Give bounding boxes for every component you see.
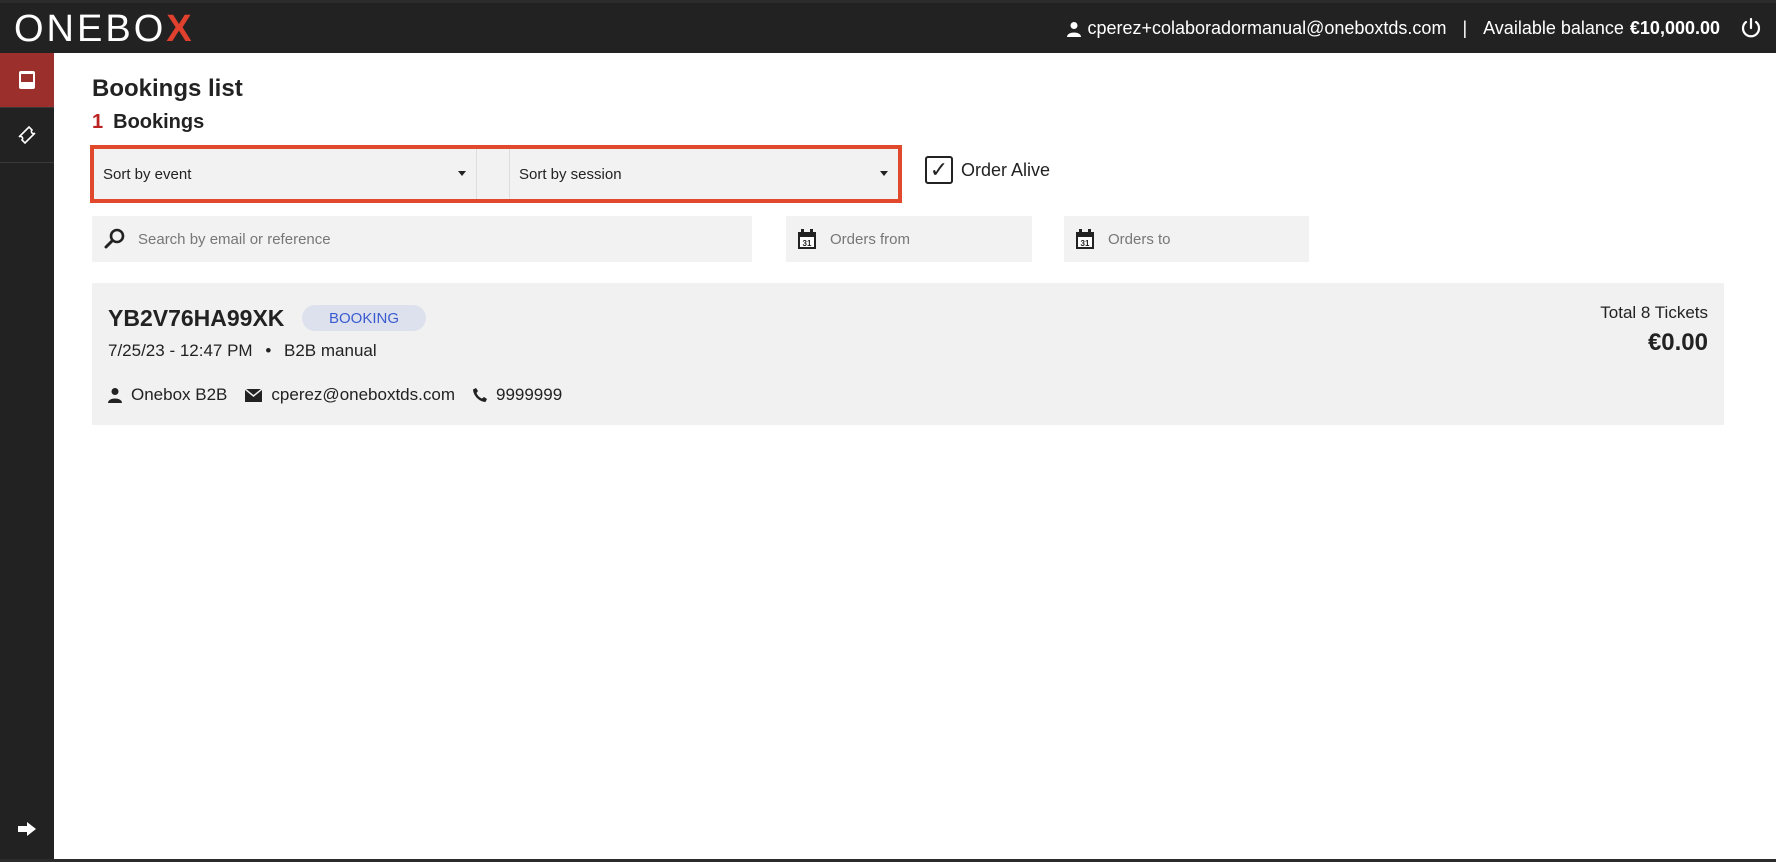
booking-reference: YB2V76HA99XK — [108, 305, 285, 331]
separator: | — [1462, 18, 1468, 38]
sort-by-event-select[interactable]: Sort by event — [94, 149, 476, 199]
sort-session-label: Sort by session — [519, 165, 622, 183]
chevron-down-icon — [458, 171, 466, 176]
booking-contact: Onebox B2B cperez@oneboxtds.com 9999999 — [108, 385, 580, 405]
book-icon — [19, 71, 35, 89]
booking-card[interactable]: YB2V76HA99XK BOOKING 7/25/23 - 12:47 PM … — [92, 283, 1724, 425]
page-title: Bookings list — [92, 75, 243, 102]
svg-text:31: 31 — [1081, 239, 1090, 248]
booking-channel: B2B manual — [284, 341, 377, 360]
order-alive-checkbox[interactable]: ✓ Order Alive — [925, 156, 1050, 184]
svg-text:31: 31 — [803, 239, 812, 248]
sidebar-item-bookings[interactable] — [0, 53, 54, 108]
search-input[interactable]: Search by email or reference — [92, 216, 752, 262]
client-name: Onebox B2B — [131, 385, 228, 404]
phone-icon — [472, 388, 487, 402]
logo-x: X — [166, 8, 195, 50]
main-content: Bookings list 1 Bookings Sort by event So… — [54, 53, 1776, 859]
sidebar — [0, 53, 54, 859]
bullet: • — [265, 341, 272, 360]
order-alive-label: Order Alive — [961, 159, 1051, 180]
search-placeholder: Search by email or reference — [138, 230, 331, 248]
select-divider — [476, 149, 510, 199]
sort-by-session-select[interactable]: Sort by session — [510, 149, 898, 199]
orders-from-placeholder: Orders from — [830, 230, 911, 248]
onebox-logo[interactable]: ONEBOX — [14, 8, 195, 51]
sidebar-item-tickets[interactable] — [0, 108, 54, 163]
user-info: cperez+colaboradormanual@oneboxtds.com |… — [1067, 18, 1720, 39]
sidebar-expand-button[interactable] — [0, 809, 54, 849]
orders-from-field[interactable]: 31 Orders from — [786, 216, 1032, 262]
calendar-icon: 31 — [1076, 229, 1094, 249]
power-icon[interactable] — [1740, 17, 1762, 39]
calendar-icon: 31 — [798, 229, 816, 249]
booking-total: Total 8 Tickets €0.00 — [1600, 303, 1708, 357]
balance-label: Available balance — [1483, 18, 1624, 38]
total-price: €0.00 — [1647, 329, 1708, 356]
orders-to-placeholder: Orders to — [1108, 230, 1171, 248]
envelope-icon — [245, 388, 263, 402]
booking-datetime: 7/25/23 - 12:47 PM — [108, 341, 253, 360]
logo-text: ONEBO — [14, 8, 167, 50]
ticket-icon — [18, 125, 36, 145]
sort-event-label: Sort by event — [103, 165, 192, 183]
top-bar: ONEBOX cperez+colaboradormanual@oneboxtd… — [0, 3, 1776, 53]
app-window: ONEBOX cperez+colaboradormanual@oneboxtd… — [0, 0, 1776, 862]
contact-phone: 9999999 — [472, 385, 563, 405]
client-phone: 9999999 — [495, 385, 563, 404]
client-email: cperez@oneboxtds.com — [271, 385, 455, 404]
chevron-down-icon — [880, 171, 888, 176]
contact-client: Onebox B2B — [108, 385, 227, 405]
balance-value: €10,000.00 — [1629, 18, 1720, 38]
total-tickets: Total 8 Tickets — [1600, 303, 1708, 322]
bookings-count: 1 Bookings — [92, 111, 204, 134]
count-number: 1 — [92, 111, 104, 133]
count-label: Bookings — [113, 111, 205, 133]
user-icon — [108, 387, 122, 403]
orders-to-field[interactable]: 31 Orders to — [1064, 216, 1309, 262]
user-icon — [1067, 21, 1082, 37]
status-badge: BOOKING — [302, 305, 426, 331]
sort-filters: Sort by event Sort by session — [90, 145, 902, 203]
search-icon — [104, 228, 126, 250]
user-email: cperez+colaboradormanual@oneboxtds.com — [1087, 18, 1447, 38]
checkbox-box[interactable]: ✓ — [925, 156, 953, 184]
contact-email: cperez@oneboxtds.com — [245, 385, 455, 405]
arrow-right-icon — [18, 822, 36, 836]
booking-meta: 7/25/23 - 12:47 PM • B2B manual — [108, 341, 377, 361]
